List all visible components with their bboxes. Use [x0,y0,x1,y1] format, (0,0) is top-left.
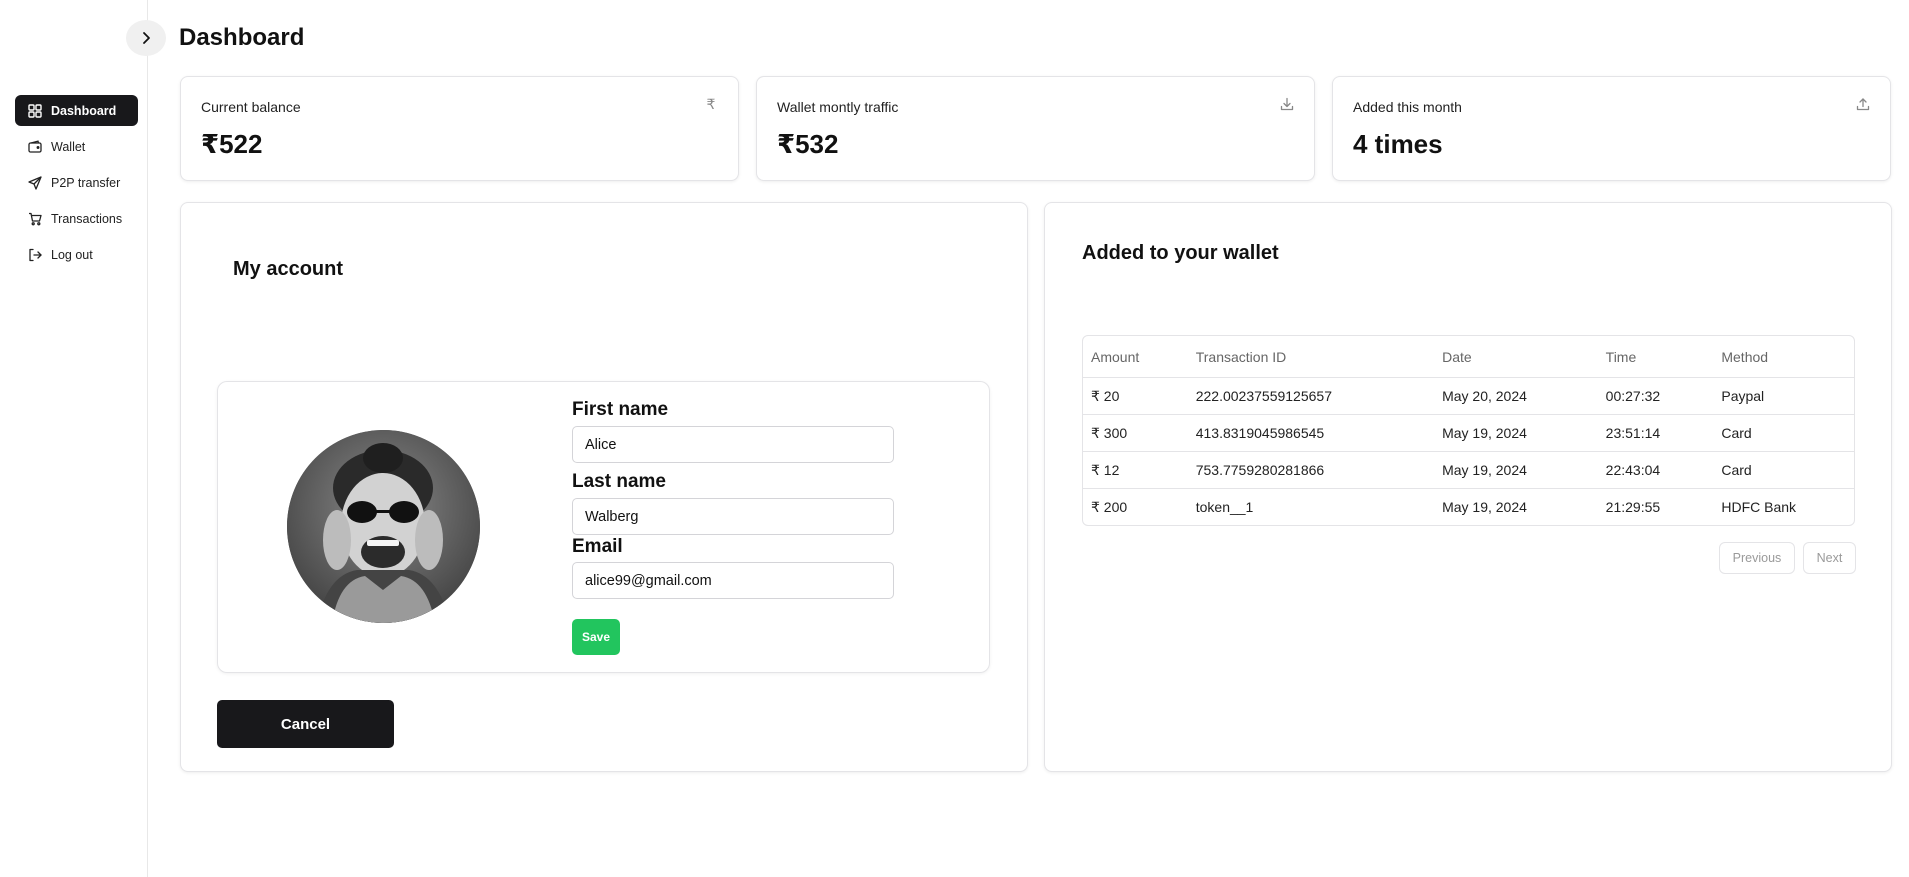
table-row[interactable]: ₹ 12 753.7759280281866 May 19, 2024 22:4… [1083,451,1854,488]
sidebar-toggle-button[interactable] [126,20,166,56]
cancel-button[interactable]: Cancel [217,700,394,748]
sidebar-item-label: Dashboard [51,103,117,118]
table-row[interactable]: ₹ 20 222.00237559125657 May 20, 2024 00:… [1083,377,1854,414]
sidebar-item-label: Transactions [51,211,123,226]
dashboard-icon [27,103,43,119]
cell-time: 22:43:04 [1605,462,1661,478]
cell-date: May 19, 2024 [1442,425,1527,441]
save-button[interactable]: Save [572,619,620,655]
sidebar-item-transactions[interactable]: Transactions [15,203,138,234]
stat-card-wallet-traffic: Wallet montly traffic ₹532 [756,76,1315,181]
sidebar: Dashboard Wallet P2P transfer Transactio… [0,0,148,877]
cell-transaction-id: token__1 [1195,499,1254,515]
stat-value: ₹532 [777,129,839,159]
first-name-label: First name [572,399,669,420]
stat-label: Wallet montly traffic [777,99,899,115]
cell-time: 00:27:32 [1605,388,1661,404]
cell-date: May 19, 2024 [1442,462,1527,478]
my-account-title: My account [233,258,344,280]
cell-transaction-id: 413.8319045986545 [1195,425,1325,441]
my-account-card: My account First name Alice Last name Wa… [180,202,1028,772]
wallet-transactions-card: Added to your wallet Amount Transaction … [1044,202,1892,772]
page-title: Dashboard [179,24,305,51]
logout-icon [27,247,43,263]
cell-method: Paypal [1721,388,1765,404]
sidebar-item-dashboard[interactable]: Dashboard [15,95,138,126]
first-name-input[interactable] [572,426,894,463]
email-field[interactable] [572,562,894,599]
chevron-right-icon [139,31,153,45]
transactions-table: Amount Transaction ID Date Time Method ₹… [1082,335,1855,526]
cell-amount: ₹ 12 [1091,461,1120,478]
upload-icon [1854,95,1872,113]
cell-method: Card [1721,425,1752,441]
column-header-transaction-id[interactable]: Transaction ID [1188,349,1434,365]
column-header-time[interactable]: Time [1598,349,1714,365]
profile-form: First name Last name Email Save [217,381,990,673]
column-header-date[interactable]: Date [1434,349,1598,365]
cell-date: May 19, 2024 [1442,499,1527,515]
stat-label: Added this month [1353,99,1462,115]
table-row[interactable]: ₹ 200 token__1 May 19, 2024 21:29:55 HDF… [1083,488,1854,525]
last-name-input[interactable] [572,498,894,535]
table-header-row: Amount Transaction ID Date Time Method [1083,336,1854,377]
next-page-button[interactable]: Next [1803,542,1856,574]
cell-method: Card [1721,462,1752,478]
cell-amount: ₹ 20 [1091,387,1120,404]
sidebar-item-label: Log out [51,247,93,262]
cell-amount: ₹ 300 [1091,424,1128,441]
sidebar-item-label: P2P transfer [51,175,121,190]
cart-icon [27,211,43,227]
stat-label: Current balance [201,99,301,115]
sidebar-item-label: Wallet [51,139,86,154]
download-icon [1278,95,1296,113]
rupee-icon: ₹ [706,95,716,112]
sidebar-item-wallet[interactable]: Wallet [15,131,138,162]
sidebar-nav: Dashboard Wallet P2P transfer Transactio… [15,95,138,275]
email-label: Email [572,536,623,557]
stat-card-current-balance: Current balance ₹522 ₹ [180,76,739,181]
cell-method: HDFC Bank [1721,499,1797,515]
stat-card-added-this-month: Added this month 4 times [1332,76,1891,181]
cell-transaction-id: 222.00237559125657 [1195,388,1332,404]
cell-time: 23:51:14 [1605,425,1661,441]
column-header-amount[interactable]: Amount [1083,349,1188,365]
last-name-label: Last name [572,471,666,492]
sidebar-item-p2p-transfer[interactable]: P2P transfer [15,167,138,198]
cell-time: 21:29:55 [1605,499,1661,515]
stat-value: 4 times [1353,129,1443,159]
column-header-method[interactable]: Method [1713,349,1854,365]
stat-value: ₹522 [201,129,263,159]
wallet-section-title: Added to your wallet [1082,242,1279,264]
cell-date: May 20, 2024 [1442,388,1527,404]
cell-transaction-id: 753.7759280281866 [1195,462,1325,478]
send-icon [27,175,43,191]
sidebar-item-log-out[interactable]: Log out [15,239,138,270]
avatar [287,430,480,623]
wallet-icon [27,139,43,155]
table-row[interactable]: ₹ 300 413.8319045986545 May 19, 2024 23:… [1083,414,1854,451]
previous-page-button[interactable]: Previous [1719,542,1795,574]
cell-amount: ₹ 200 [1091,498,1128,515]
